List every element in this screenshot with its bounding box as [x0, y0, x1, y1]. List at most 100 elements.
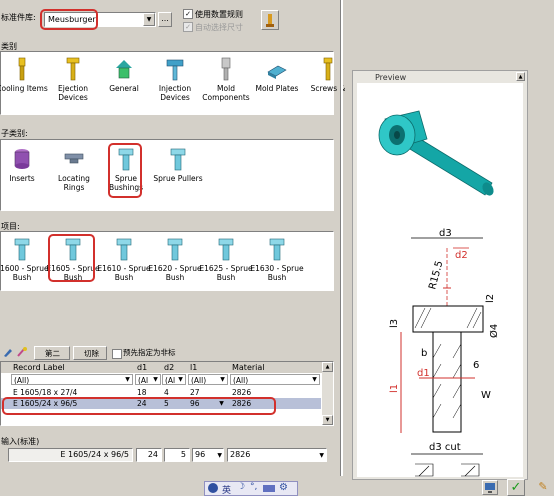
item-label: E1625 - Sprue Bush — [199, 264, 253, 282]
dim-l1: l1 — [389, 384, 400, 393]
second-label: 第二 — [45, 349, 60, 358]
item-tile[interactable]: E1600 - Sprue Bush — [0, 236, 49, 282]
ok-check-icon[interactable]: ✓ — [507, 479, 525, 496]
sprue-bushings-highlight — [108, 143, 142, 198]
dim-w: W — [481, 390, 491, 401]
dim-d3: d3 — [439, 228, 452, 239]
injection-icon — [166, 59, 184, 81]
header-l1[interactable]: l1 — [188, 362, 228, 373]
grid-cell[interactable]: (All) — [11, 374, 133, 385]
category-label: Mold Plates — [255, 84, 299, 93]
magic-icon[interactable] — [16, 346, 28, 360]
input-d1-field[interactable]: 24 — [136, 448, 162, 462]
auto-size-label: 自动选择尺寸 — [195, 23, 243, 32]
header-record-label[interactable]: Record Label — [11, 362, 133, 373]
cut-label: 切除 — [84, 349, 99, 358]
scroll-down-icon[interactable]: ▼ — [322, 415, 333, 425]
header-d1[interactable]: d1 — [135, 362, 161, 373]
dim-r: R15.5 — [427, 260, 445, 291]
input-section-label: 输入(标准) — [1, 437, 40, 446]
subcategory-section-label: 子类别: — [1, 129, 28, 138]
selected-row-highlight — [2, 397, 276, 415]
chevron-down-icon[interactable]: ▼ — [218, 375, 227, 384]
cooling-icon — [18, 57, 26, 81]
category-tile[interactable]: General — [97, 56, 151, 93]
browse-button[interactable]: ... — [158, 12, 172, 27]
input-material-field[interactable]: 2826 ▼ — [227, 448, 327, 462]
subcategory-label: Locating Rings — [58, 174, 90, 192]
category-tile[interactable]: Mold Components — [199, 56, 253, 102]
preview-image-area: d3 d2 R15.5 l2 l3 Ø4 b 6 l1 d1 W d3 cut — [357, 83, 523, 477]
input-material-value: 2826 — [230, 450, 251, 459]
filter-row[interactable]: (All) ▼ (Al ▼ (Al ▼ (All) ▼ (All) ▼ — [1, 374, 321, 385]
dim-b: b — [421, 348, 427, 359]
ejection-icon — [66, 57, 80, 81]
dim-d1: d1 — [417, 368, 430, 379]
mold-plates-icon — [267, 65, 287, 79]
sprue-puller-icon — [170, 148, 186, 171]
edit-icon[interactable] — [2, 346, 14, 360]
item-label: E1610 - Sprue Bush — [97, 264, 151, 282]
ime-toolbar: 英 ☽ °, ⚙ — [204, 481, 298, 496]
gear-icon[interactable]: ⚙ — [279, 482, 288, 493]
subcategory-tile[interactable]: Locating Rings — [47, 146, 101, 192]
use-drawing-rule-checkbox[interactable]: ✓ — [183, 9, 193, 19]
chevron-down-icon[interactable]: ▼ — [217, 450, 222, 462]
use-drawing-rule-label: 使用数置规则 — [195, 10, 243, 19]
category-label: Mold Components — [202, 84, 250, 102]
screen-icon[interactable] — [482, 480, 498, 495]
keyboard-icon[interactable] — [263, 485, 275, 492]
category-label: Cooling Items — [0, 84, 48, 93]
grid-cell[interactable]: (All) — [230, 374, 320, 385]
dim-6: 6 — [473, 360, 479, 371]
item-tile[interactable]: E1625 - Sprue Bush — [199, 236, 253, 282]
general-icon — [116, 60, 132, 79]
category-label: Injection Devices — [158, 84, 192, 102]
splitter[interactable] — [340, 0, 343, 476]
chevron-down-icon[interactable]: ▼ — [176, 375, 185, 384]
chevron-down-icon[interactable]: ▼ — [123, 375, 132, 384]
punct-icon[interactable]: °, — [250, 482, 257, 492]
preview-collapse-button[interactable]: ▲ — [516, 72, 525, 81]
prespecify-checkbox[interactable] — [112, 349, 122, 359]
input-d2-field[interactable]: 5 — [164, 448, 190, 462]
scroll-up-icon[interactable]: ▲ — [322, 362, 333, 372]
chevron-down-icon[interactable]: ▼ — [151, 375, 160, 384]
dim-d2: d2 — [455, 250, 468, 261]
category-tile[interactable]: Injection Devices — [148, 56, 202, 102]
input-l1-value: 96 — [195, 450, 206, 459]
category-tile[interactable]: Mold Plates — [250, 56, 304, 93]
moon-icon[interactable]: ☽ — [237, 482, 245, 492]
dim-l3: l3 — [389, 319, 400, 328]
second-button[interactable]: 第二 — [34, 346, 70, 360]
preview-panel: Preview ▲ d3 d2 R15.5 l2 l3 Ø4 b 6 l1 d1… — [352, 70, 528, 480]
chevron-down-icon[interactable]: ▼ — [319, 450, 324, 462]
chevron-down-icon[interactable]: ▼ — [310, 375, 319, 384]
ime-logo-icon[interactable] — [208, 483, 218, 493]
sprue-bushing-icon — [14, 238, 30, 261]
input-l1-field[interactable]: 96 ▼ — [192, 448, 224, 462]
header-d2[interactable]: d2 — [162, 362, 186, 373]
grid-header: Record Label d1 d2 l1 Material — [1, 362, 333, 373]
technical-drawing: d3 d2 R15.5 l2 l3 Ø4 b 6 l1 d1 W d3 cut — [389, 228, 500, 477]
item-tile[interactable]: E1620 - Sprue Bush — [148, 236, 202, 282]
info-button[interactable] — [261, 10, 279, 30]
cut-button[interactable]: 切除 — [73, 346, 107, 360]
apply-icon[interactable]: ✎ — [535, 480, 551, 495]
category-tile[interactable]: Ejection Devices — [46, 56, 100, 102]
header-material[interactable]: Material — [230, 362, 320, 373]
subcategory-tile[interactable]: Inserts — [0, 146, 49, 183]
chevron-down-icon[interactable]: ▼ — [143, 13, 155, 26]
input-record-field[interactable]: E 1605/24 x 96/5 — [8, 448, 133, 462]
dim-l2: l2 — [485, 294, 496, 303]
locating-rings-icon — [64, 153, 84, 164]
ime-lang[interactable]: 英 — [222, 483, 231, 496]
grid-toolbar: 第二 切除 预先指定为非标 — [0, 346, 334, 360]
item-tile[interactable]: E1610 - Sprue Bush — [97, 236, 151, 282]
grid-scrollbar[interactable]: ▲ ▼ — [322, 362, 333, 425]
item-tile[interactable]: E1630 - Sprue Bush — [250, 236, 304, 282]
preview-title: Preview — [375, 73, 407, 82]
category-tile[interactable]: Screws & — [301, 56, 355, 93]
category-tile[interactable]: Cooling Items — [0, 56, 49, 93]
subcategory-tile[interactable]: Sprue Pullers — [151, 146, 205, 183]
